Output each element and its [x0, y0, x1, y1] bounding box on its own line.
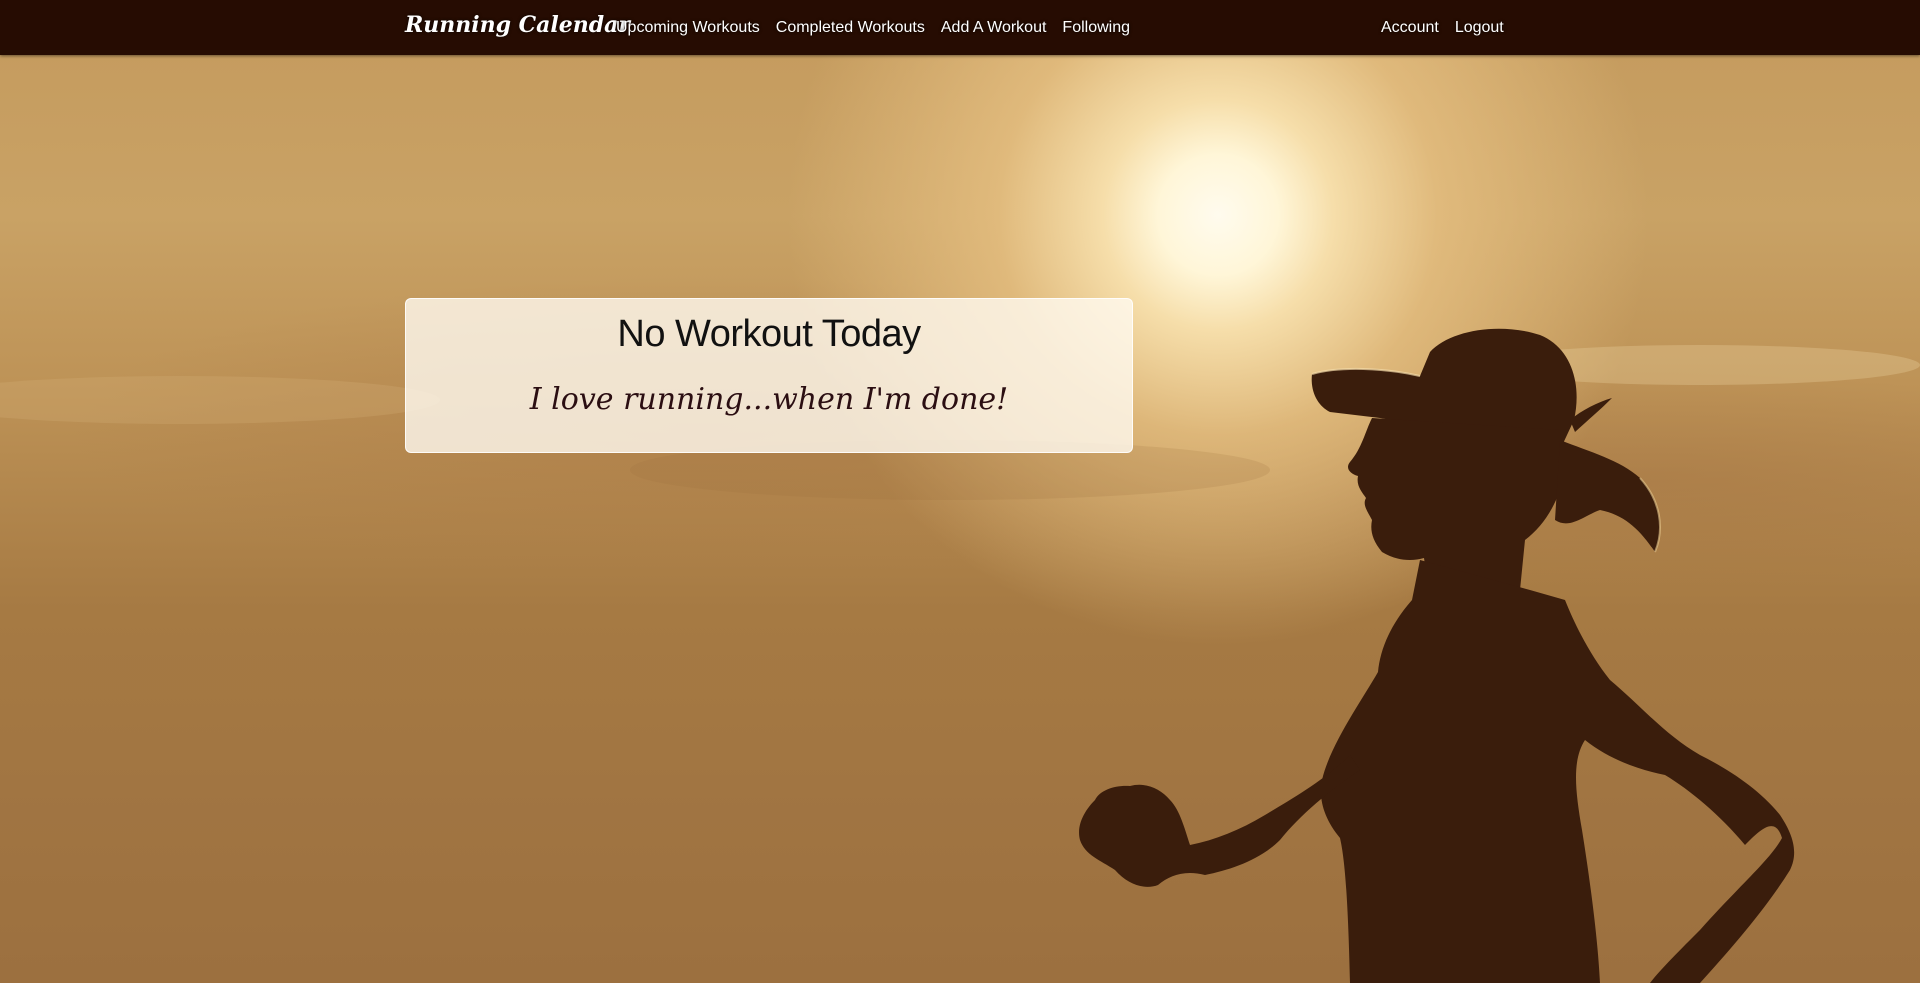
account-nav: Account Logout: [1381, 0, 1520, 55]
nav-following[interactable]: Following: [1062, 19, 1130, 37]
workout-message-card: No Workout Today I love running...when I…: [405, 298, 1133, 453]
nav-account[interactable]: Account: [1381, 19, 1439, 37]
top-navbar: Running Calendar Upcoming Workouts Compl…: [0, 0, 1920, 55]
nav-add-workout[interactable]: Add A Workout: [941, 19, 1047, 37]
page: Running Calendar Upcoming Workouts Compl…: [0, 0, 1920, 983]
brand-logo-link[interactable]: Running Calendar: [405, 12, 630, 38]
nav-completed-workouts[interactable]: Completed Workouts: [776, 19, 925, 37]
motivational-quote: I love running...when I'm done!: [529, 382, 1009, 417]
nav-upcoming-workouts[interactable]: Upcoming Workouts: [616, 19, 760, 37]
nav-logout[interactable]: Logout: [1455, 19, 1504, 37]
runner-silhouette-image: [0, 328, 1920, 983]
hero-background-image: [0, 0, 1920, 983]
workout-status-title: No Workout Today: [617, 313, 921, 355]
main-nav: Upcoming Workouts Completed Workouts Add…: [616, 0, 1146, 55]
